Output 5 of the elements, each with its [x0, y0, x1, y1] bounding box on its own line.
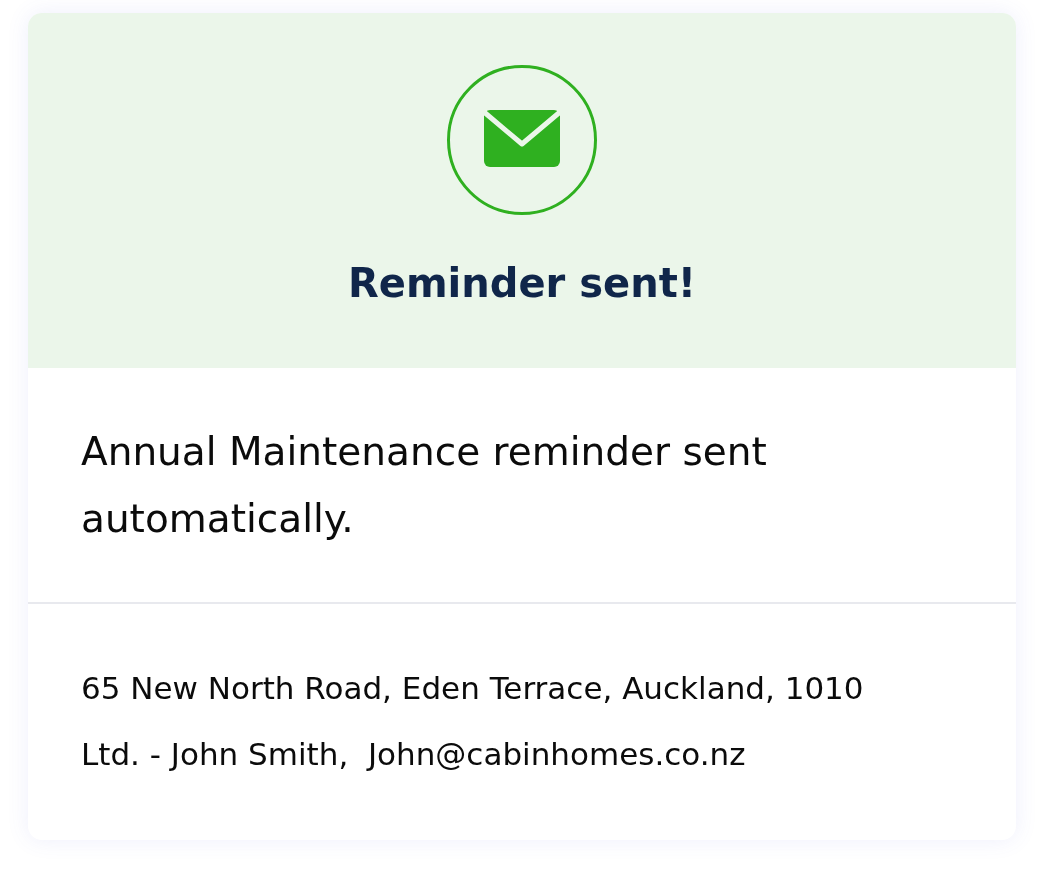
status-title: Reminder sent! — [348, 259, 696, 307]
contact-text: Ltd. - John Smith, John@cabinhomes.co.nz — [81, 735, 746, 774]
message-text: Annual Maintenance reminder sent automatically. — [81, 428, 768, 543]
address-text: 65 New North Road, Eden Terrace, Auckland, 1010 — [81, 669, 864, 708]
envelope-icon — [447, 65, 597, 215]
